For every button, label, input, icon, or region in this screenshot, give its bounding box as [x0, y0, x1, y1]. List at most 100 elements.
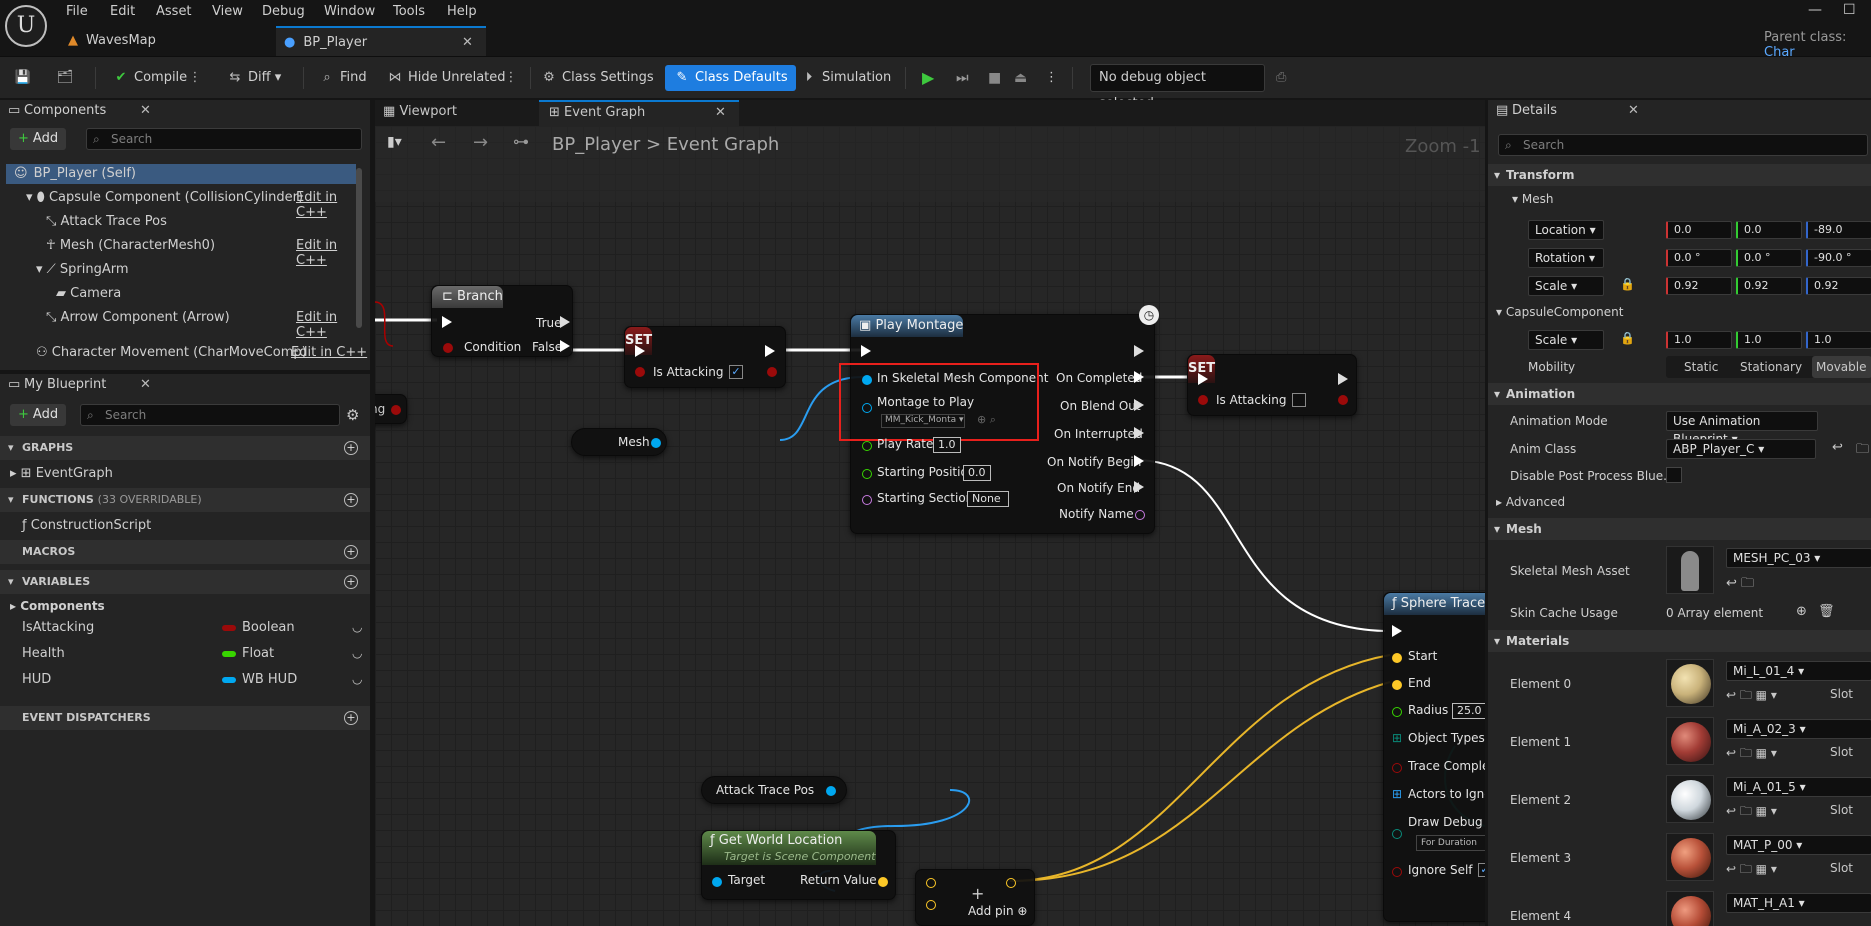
gear-icon[interactable]: ⚙: [346, 406, 359, 424]
capsule-scale-z-input[interactable]: 1.0: [1806, 331, 1871, 349]
debug-object-select[interactable]: No debug object selected ▾: [1090, 64, 1265, 111]
node-set-is-attacking-false[interactable]: SET Is Attacking: [1187, 354, 1357, 416]
node-set-is-attacking-true[interactable]: SET Is Attacking ✓: [624, 326, 786, 388]
bool-out-pin[interactable]: [767, 367, 777, 377]
tree-item-mesh[interactable]: ☥ Mesh (CharacterMesh0): [46, 236, 215, 256]
name-pin[interactable]: [862, 495, 872, 505]
capsule-scale-mode-select[interactable]: Scale ▾: [1528, 330, 1604, 350]
close-icon[interactable]: ✕: [715, 105, 726, 120]
details-search-input[interactable]: ⌕ Search: [1498, 134, 1868, 156]
tab-event-graph[interactable]: ⊞ Event Graph ✕: [539, 100, 739, 126]
scale-x-input[interactable]: 0.92: [1666, 277, 1732, 295]
components-search-input[interactable]: ⌕ Search: [86, 128, 362, 150]
advance-frame-icon[interactable]: ⏭: [956, 65, 969, 91]
vector-pin[interactable]: [1392, 680, 1402, 690]
components-scrollbar[interactable]: [356, 168, 362, 328]
menu-asset[interactable]: Asset: [156, 3, 192, 21]
debug-filter-icon[interactable]: ⎙: [1276, 65, 1286, 91]
exec-in-pin[interactable]: [635, 345, 645, 357]
close-icon[interactable]: ✕: [140, 100, 151, 122]
exec-on-notify-begin-pin[interactable]: [1134, 455, 1144, 467]
draw-debug-select[interactable]: For Duration: [1416, 835, 1485, 851]
material-1-thumbnail[interactable]: [1666, 717, 1714, 765]
capsule-scale-y-input[interactable]: 1.0: [1736, 331, 1802, 349]
material-1-tools[interactable]: ↩ 🗀 ▦ ▾: [1726, 744, 1777, 765]
menu-window[interactable]: Window: [324, 3, 375, 21]
object-out-pin[interactable]: [651, 438, 661, 448]
diff-button[interactable]: ⇆ Diff ▾: [226, 65, 282, 91]
graph-eventgraph[interactable]: ▸ ⊞ EventGraph: [10, 464, 113, 484]
material-4-select[interactable]: MAT_H_A1 ▾: [1726, 893, 1871, 913]
event-graph-canvas[interactable]: ▮▾ ← → ⊶ BP_Player > Event Graph Zoom -1…: [375, 126, 1485, 926]
bool-pin[interactable]: [1392, 763, 1402, 773]
vector-pin[interactable]: [1392, 653, 1402, 663]
node-stub-left[interactable]: ng: [375, 394, 407, 424]
section-variables[interactable]: ▾ VARIABLES +: [0, 570, 370, 594]
close-icon[interactable]: ✕: [140, 374, 151, 396]
bool-pin[interactable]: [1392, 867, 1402, 877]
compile-button[interactable]: ✔ Compile: [112, 65, 188, 91]
blueprint-search-input[interactable]: ⌕ Search: [80, 404, 340, 426]
add-macro-icon[interactable]: +: [344, 545, 358, 559]
add-function-icon[interactable]: +: [344, 493, 358, 507]
menu-help[interactable]: Help: [447, 3, 477, 21]
exec-in-pin[interactable]: [1198, 373, 1208, 385]
mobility-movable[interactable]: Movable: [1812, 356, 1871, 378]
variable-hud[interactable]: HUD: [22, 670, 51, 690]
tab-bp-player[interactable]: ● BP_Player ✕: [276, 26, 486, 56]
scale-mode-select[interactable]: Scale ▾: [1528, 276, 1604, 296]
array-icon[interactable]: ⊞: [1392, 731, 1402, 745]
stop-icon[interactable]: ■: [988, 65, 1001, 91]
location-mode-select[interactable]: Location ▾: [1528, 220, 1604, 240]
name-out-pin[interactable]: [1135, 510, 1145, 520]
class-defaults-button[interactable]: ✎ Class Defaults: [665, 65, 796, 91]
material-1-select[interactable]: Mi_A_02_3 ▾: [1726, 719, 1871, 739]
exec-on-notify-end-pin[interactable]: [1134, 481, 1144, 493]
node-play-montage[interactable]: ▣ Play Montage ◷ In Skeletal Mesh Compon…: [839, 305, 1159, 534]
radius-input[interactable]: 25.0: [1452, 703, 1485, 719]
trash-icon[interactable]: 🗑: [1818, 604, 1835, 619]
eye-icon[interactable]: ◡: [352, 646, 362, 660]
bool-pin[interactable]: [635, 367, 645, 377]
section-graphs[interactable]: ▾ GRAPHS +: [0, 436, 370, 460]
menu-view[interactable]: View: [212, 3, 243, 21]
mobility-stationary[interactable]: Stationary: [1740, 356, 1802, 378]
subsection-capsule[interactable]: ▾ CapsuleComponent: [1496, 305, 1623, 319]
play-icon[interactable]: ▶: [922, 65, 934, 91]
exec-on-blend-out-pin[interactable]: [1134, 399, 1144, 411]
skeletal-mesh-thumbnail[interactable]: [1666, 546, 1714, 594]
section-mesh[interactable]: ▾ Mesh: [1488, 518, 1871, 540]
node-get-attack-trace-pos[interactable]: Attack Trace Pos: [701, 776, 847, 804]
exec-on-interrupted-pin[interactable]: [1134, 427, 1144, 439]
tree-item-character-movement[interactable]: ⚇ Character Movement (CharMoveComp): [36, 343, 307, 363]
location-x-input[interactable]: 0.0: [1666, 221, 1732, 239]
eject-icon[interactable]: ⏏: [1014, 65, 1027, 91]
add-element-icon[interactable]: ⊕: [1796, 604, 1807, 619]
class-settings-button[interactable]: ⚙ Class Settings: [540, 65, 653, 91]
add-pin-button[interactable]: Add pin ⊕: [968, 904, 1027, 918]
vector-out-pin[interactable]: [878, 877, 888, 887]
function-construction-script[interactable]: ƒ ConstructionScript: [22, 516, 151, 536]
eye-icon[interactable]: ◡: [352, 672, 362, 686]
node-make-array[interactable]: + Add pin ⊕: [915, 869, 1035, 926]
location-z-input[interactable]: -89.0: [1806, 221, 1871, 239]
object-out-pin[interactable]: [826, 786, 836, 796]
variable-isattacking[interactable]: IsAttacking: [22, 618, 94, 638]
starting-position-input[interactable]: 0.0: [963, 465, 991, 481]
material-3-thumbnail[interactable]: [1666, 833, 1714, 881]
bool-pin[interactable]: [443, 343, 453, 353]
add-variable-icon[interactable]: +: [344, 575, 358, 589]
exec-in-pin[interactable]: [442, 316, 452, 328]
compile-options-icon[interactable]: ⋮: [186, 65, 208, 91]
exec-out-pin[interactable]: [1134, 345, 1144, 357]
variable-type-float[interactable]: Float: [222, 644, 274, 664]
checkbox-checked[interactable]: ✓: [729, 365, 743, 379]
exec-in-pin[interactable]: [861, 345, 871, 357]
scale-z-input[interactable]: 0.92: [1806, 277, 1871, 295]
exec-out-pin[interactable]: [765, 345, 775, 357]
material-4-thumbnail[interactable]: [1666, 891, 1714, 926]
location-y-input[interactable]: 0.0: [1736, 221, 1802, 239]
browse-icon[interactable]: 🗀: [1856, 440, 1869, 462]
tree-item-camera[interactable]: ▰ Camera: [56, 284, 121, 304]
use-selected-icon[interactable]: ↩: [1832, 440, 1843, 455]
